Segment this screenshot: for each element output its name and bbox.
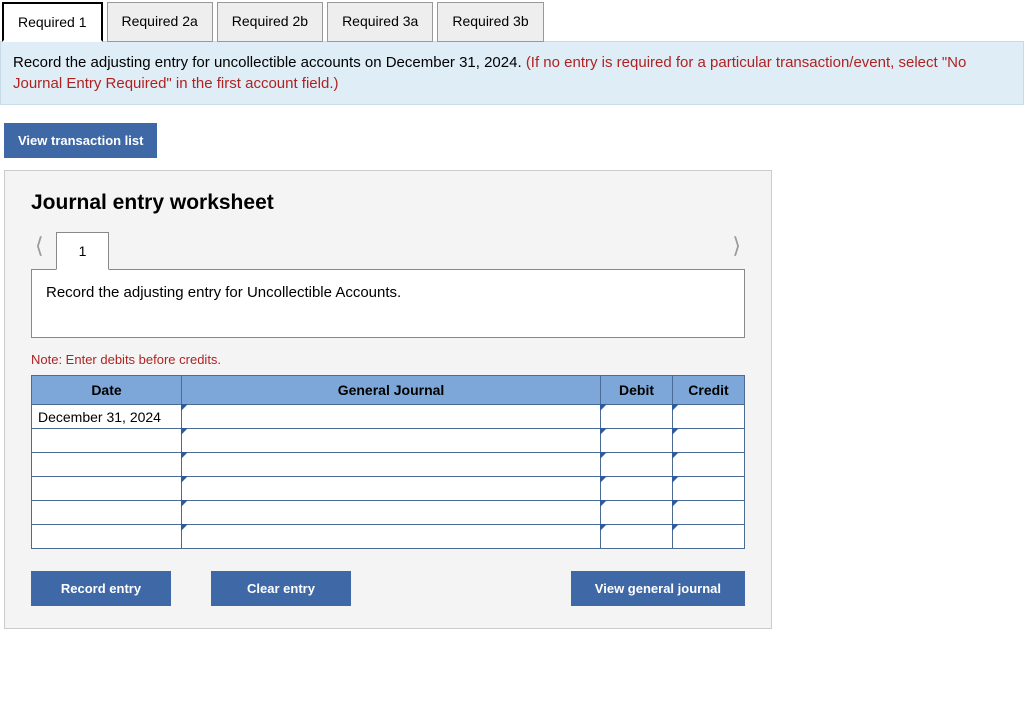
credit-cell[interactable]	[673, 525, 745, 549]
tab-required[interactable]: Required 1	[2, 2, 103, 42]
date-cell[interactable]: December 31, 2024	[32, 405, 182, 429]
dropdown-indicator-icon	[600, 428, 607, 435]
date-cell[interactable]	[32, 453, 182, 477]
dropdown-indicator-icon	[672, 476, 679, 483]
debit-cell[interactable]	[601, 429, 673, 453]
tab-required[interactable]: Required 3b	[437, 2, 543, 42]
dropdown-indicator-icon	[672, 428, 679, 435]
tab-required[interactable]: Required 2a	[107, 2, 213, 42]
gj-cell[interactable]	[182, 525, 601, 549]
dropdown-indicator-icon	[181, 524, 188, 531]
gj-cell[interactable]	[182, 453, 601, 477]
pager-row: ⟨ 1 ⟩	[31, 229, 745, 269]
credit-cell[interactable]	[673, 405, 745, 429]
date-cell[interactable]	[32, 477, 182, 501]
tab-required[interactable]: Required 3a	[327, 2, 433, 42]
required-tabs: Required 1Required 2aRequired 2bRequired…	[0, 0, 1024, 42]
dropdown-indicator-icon	[600, 452, 607, 459]
table-row	[32, 477, 745, 501]
worksheet-buttons: Record entry Clear entry View general jo…	[31, 571, 745, 606]
dropdown-indicator-icon	[600, 404, 607, 411]
tab-required[interactable]: Required 2b	[217, 2, 323, 42]
col-header-date: Date	[32, 376, 182, 405]
table-row	[32, 453, 745, 477]
table-row	[32, 429, 745, 453]
dropdown-indicator-icon	[181, 404, 188, 411]
instruction-bar: Record the adjusting entry for uncollect…	[0, 41, 1024, 105]
credit-cell[interactable]	[673, 453, 745, 477]
clear-entry-button[interactable]: Clear entry	[211, 571, 351, 606]
dropdown-indicator-icon	[672, 404, 679, 411]
chevron-right-icon[interactable]: ⟩	[722, 229, 745, 269]
gj-cell[interactable]	[182, 429, 601, 453]
note-text: Note: Enter debits before credits.	[31, 352, 745, 367]
debit-cell[interactable]	[601, 405, 673, 429]
col-header-general-journal: General Journal	[182, 376, 601, 405]
view-general-journal-button[interactable]: View general journal	[571, 571, 745, 606]
col-header-debit: Debit	[601, 376, 673, 405]
date-cell[interactable]	[32, 429, 182, 453]
credit-cell[interactable]	[673, 501, 745, 525]
dropdown-indicator-icon	[181, 476, 188, 483]
journal-worksheet-panel: Journal entry worksheet ⟨ 1 ⟩ Record the…	[4, 170, 772, 629]
dropdown-indicator-icon	[181, 428, 188, 435]
dropdown-indicator-icon	[181, 452, 188, 459]
record-entry-button[interactable]: Record entry	[31, 571, 171, 606]
date-cell[interactable]	[32, 501, 182, 525]
dropdown-indicator-icon	[600, 524, 607, 531]
credit-cell[interactable]	[673, 429, 745, 453]
debit-cell[interactable]	[601, 453, 673, 477]
entry-description: Record the adjusting entry for Uncollect…	[31, 269, 745, 338]
dropdown-indicator-icon	[600, 476, 607, 483]
dropdown-indicator-icon	[181, 500, 188, 507]
gj-cell[interactable]	[182, 405, 601, 429]
table-row	[32, 525, 745, 549]
dropdown-indicator-icon	[672, 500, 679, 507]
debit-cell[interactable]	[601, 501, 673, 525]
chevron-left-icon[interactable]: ⟨	[31, 229, 54, 269]
debit-cell[interactable]	[601, 477, 673, 501]
col-header-credit: Credit	[673, 376, 745, 405]
view-transaction-list-button[interactable]: View transaction list	[4, 123, 157, 158]
gj-cell[interactable]	[182, 501, 601, 525]
journal-table: Date General Journal Debit Credit Decemb…	[31, 375, 745, 549]
debit-cell[interactable]	[601, 525, 673, 549]
table-row	[32, 501, 745, 525]
instruction-main: Record the adjusting entry for uncollect…	[13, 54, 526, 71]
dropdown-indicator-icon	[600, 500, 607, 507]
page-tab[interactable]: 1	[56, 232, 110, 270]
dropdown-indicator-icon	[672, 524, 679, 531]
date-cell[interactable]	[32, 525, 182, 549]
worksheet-title: Journal entry worksheet	[31, 191, 745, 215]
gj-cell[interactable]	[182, 477, 601, 501]
table-row: December 31, 2024	[32, 405, 745, 429]
credit-cell[interactable]	[673, 477, 745, 501]
dropdown-indicator-icon	[672, 452, 679, 459]
